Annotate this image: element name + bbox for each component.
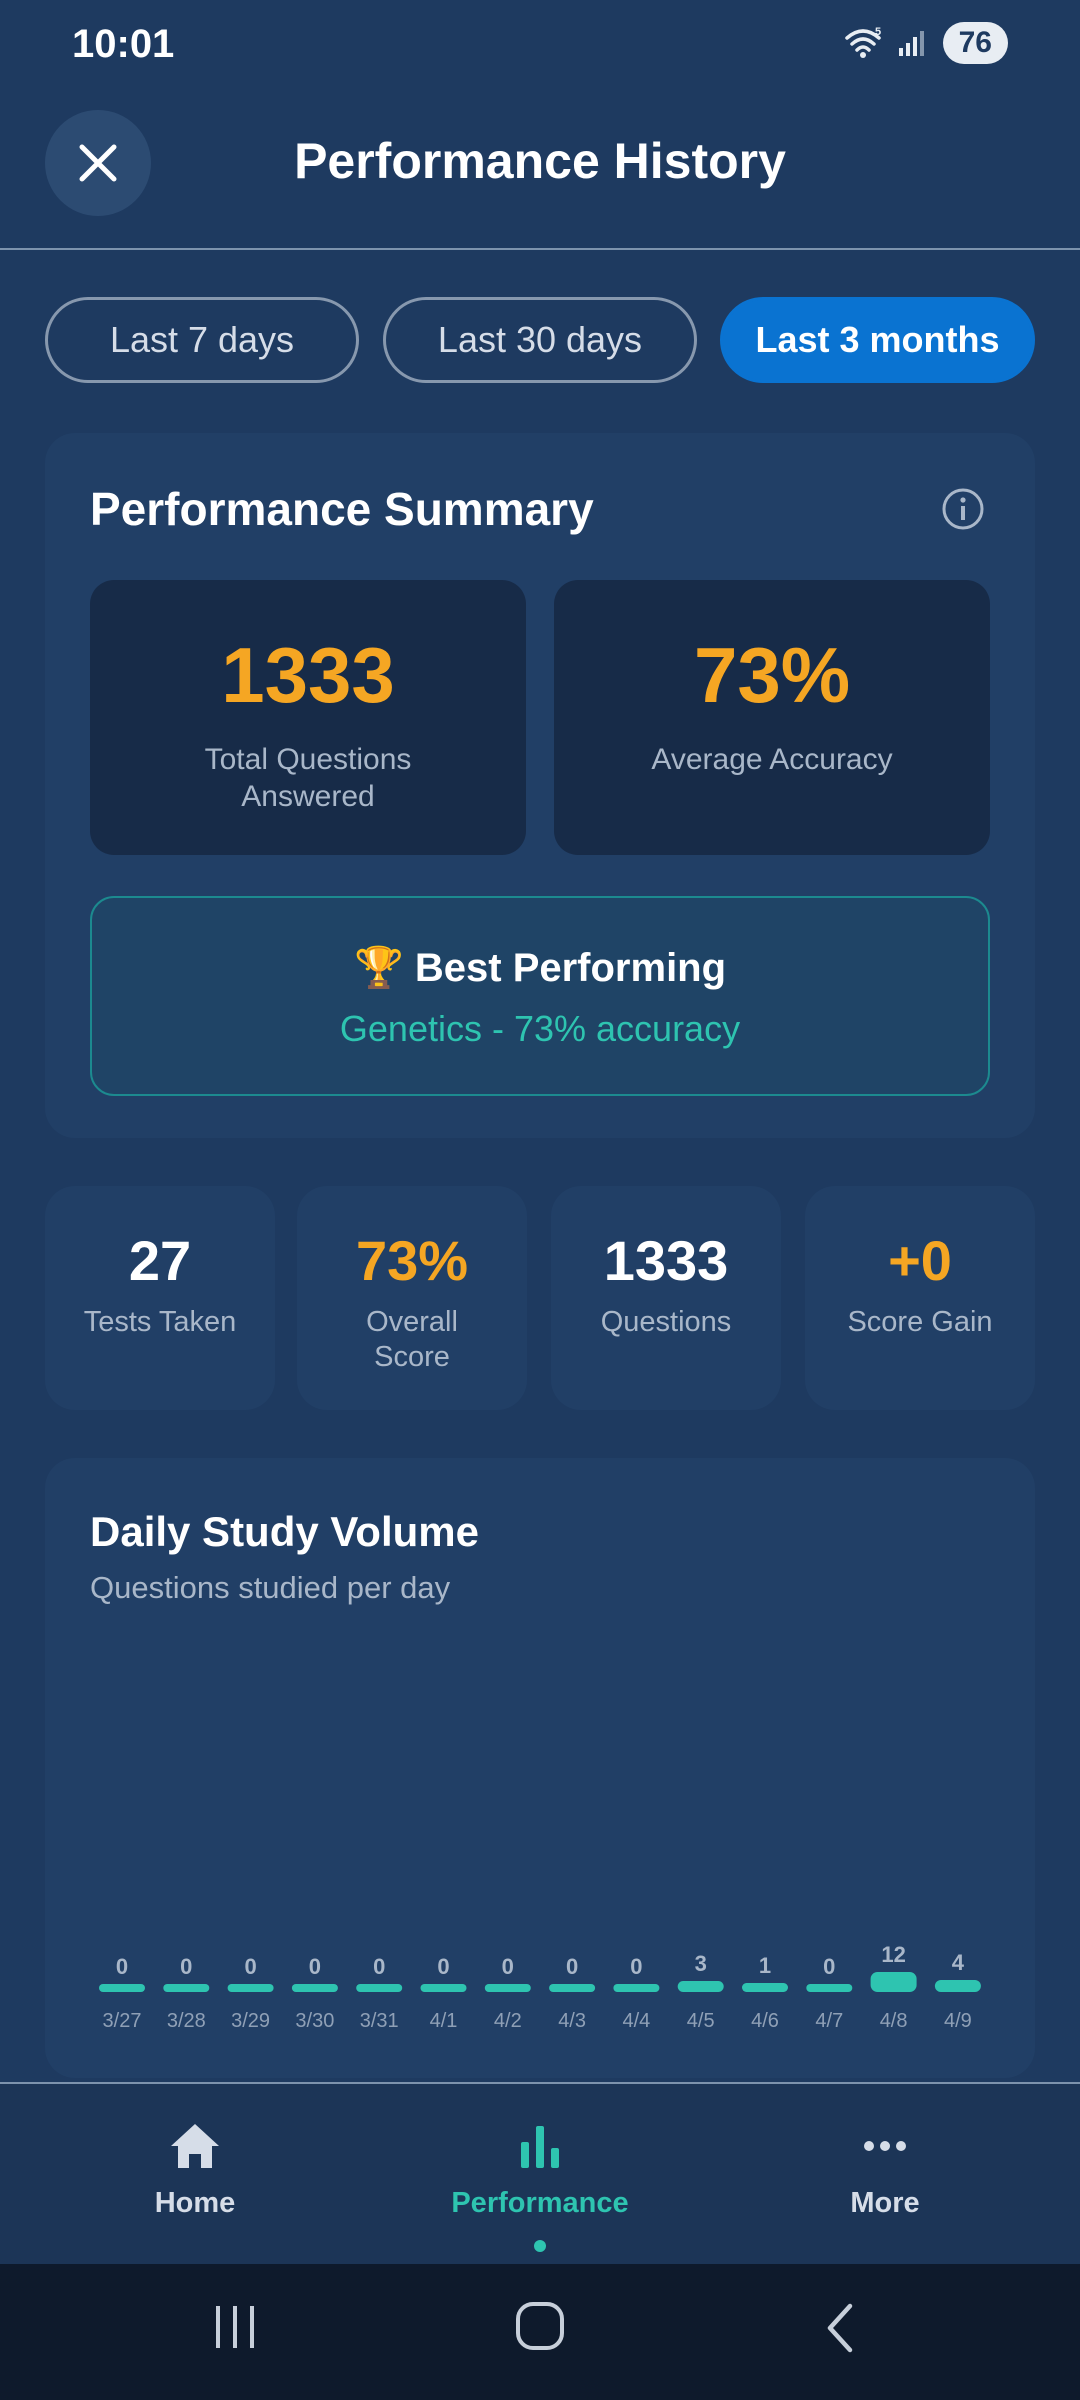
chart-category-label: 4/4 <box>622 2010 650 2032</box>
mini-stat-overall-score: 73% Overall Score <box>297 1186 527 1410</box>
home-icon <box>171 2124 219 2168</box>
chart-bar <box>99 1984 145 1992</box>
chart-category-label: 4/5 <box>687 2010 715 2032</box>
chart-category-label: 4/3 <box>558 2010 586 2032</box>
mini-stat-score-gain: +0 Score Gain <box>805 1186 1035 1410</box>
mini-stat-label-line2: Score <box>374 1341 450 1373</box>
chart-bar <box>742 1983 788 1992</box>
chart-value-label: 1 <box>759 1953 771 1978</box>
chart-value-label: 4 <box>952 1950 965 1975</box>
chart-value-label: 0 <box>823 1954 835 1979</box>
back-icon[interactable] <box>820 2300 860 2356</box>
total-questions-value: 1333 <box>221 631 395 719</box>
chart-bar <box>870 1972 917 1992</box>
nav-performance[interactable]: Performance <box>390 2120 690 2220</box>
best-performing-detail: Genetics - 73% accuracy <box>339 1008 741 1049</box>
chart-value-label: 0 <box>116 1954 128 1979</box>
chart-bar <box>163 1984 210 1992</box>
tab-last-30-days[interactable]: Last 30 days <box>383 297 697 383</box>
chart-category-label: 4/8 <box>880 2010 908 2032</box>
chart-value-label: 0 <box>180 1954 192 1979</box>
chart-bar <box>549 1984 596 1992</box>
info-icon[interactable] <box>940 486 986 532</box>
chart-value-label: 0 <box>630 1954 642 1979</box>
chart-category-label: 4/2 <box>494 2010 522 2032</box>
chart-subtitle: Questions studied per day <box>90 1570 451 1605</box>
mini-stat-label: Questions <box>600 1306 732 1338</box>
best-performing-title: 🏆 Best Performing <box>0 944 1080 991</box>
mini-stat-value: +0 <box>888 1229 952 1292</box>
chart-bar <box>677 1981 724 1992</box>
mini-stat-value: 27 <box>128 1229 192 1292</box>
page-title: Performance History <box>294 133 786 189</box>
chart-category-label: 4/7 <box>815 2010 843 2032</box>
signal-icon <box>898 31 924 56</box>
chart-bar <box>420 1984 467 1992</box>
chart-bar <box>291 1984 338 1992</box>
chart-category-label: 3/31 <box>360 2010 399 2032</box>
nav-home[interactable]: Home <box>45 2120 345 2220</box>
chart-bar <box>934 1980 981 1992</box>
nav-home-label: Home <box>154 2187 236 2219</box>
header-divider <box>0 248 1080 250</box>
status-time: 10:01 <box>72 22 175 66</box>
nav-performance-label: Performance <box>451 2187 629 2219</box>
chart-value-label: 0 <box>502 1954 514 1979</box>
chart-value-label: 0 <box>373 1954 385 1979</box>
chart-value-label: 0 <box>244 1954 256 1979</box>
chart-bar <box>227 1984 274 1992</box>
status-icons: 5 76 <box>843 22 1008 64</box>
chart-bar <box>356 1984 403 1992</box>
chart-category-label: 3/29 <box>231 2010 270 2032</box>
mini-stat-value: 73% <box>355 1229 469 1292</box>
chart-bar <box>613 1984 660 1992</box>
wifi-icon: 5 <box>844 26 881 58</box>
tab-last-7-days[interactable]: Last 7 days <box>45 297 359 383</box>
chart-category-label: 4/1 <box>430 2010 458 2032</box>
tab-last-3-months[interactable]: Last 3 months <box>720 297 1035 383</box>
chart-bar <box>806 1984 853 1992</box>
chart-category-label: 4/9 <box>944 2010 972 2032</box>
battery-indicator: 76 <box>942 22 1008 64</box>
chart-value-label: 0 <box>309 1954 321 1979</box>
mini-stat-questions: 1333 Questions <box>551 1186 781 1410</box>
chart-category-label: 3/28 <box>167 2010 206 2032</box>
chart-value-label: 12 <box>881 1942 905 1967</box>
chart-value-label: 0 <box>437 1954 449 1979</box>
total-questions-label: Total Questions Answered <box>90 741 526 815</box>
mini-stat-label: Overall Score <box>297 1305 527 1375</box>
recent-apps-icon[interactable] <box>212 2300 260 2356</box>
chart-title: Daily Study Volume <box>90 1508 479 1555</box>
mini-stat-label: Score Gain <box>847 1306 993 1338</box>
chart-category-label: 4/6 <box>751 2010 779 2032</box>
mini-stat-label: Tests Taken <box>83 1306 237 1338</box>
mini-stat-value: 1333 <box>603 1229 729 1292</box>
home-system-icon[interactable] <box>512 2298 568 2354</box>
trophy-icon: 🏆 <box>353 946 404 990</box>
nav-more[interactable]: More <box>735 2120 1035 2220</box>
total-questions-label-line1: Total Questions <box>204 743 412 776</box>
nav-more-label: More <box>850 2187 920 2219</box>
average-accuracy-label: Average Accuracy <box>651 743 893 776</box>
chart-value-label: 0 <box>566 1954 578 1979</box>
more-dots-icon <box>864 2141 906 2151</box>
chart-category-label: 3/27 <box>103 2010 142 2032</box>
mini-stat-tests-taken: 27 Tests Taken <box>45 1186 275 1410</box>
average-accuracy-value: 73% <box>693 631 851 719</box>
chart-bar <box>484 1984 531 1992</box>
bar-chart-icon <box>521 2126 559 2168</box>
chart-category-label: 3/30 <box>295 2010 334 2032</box>
best-performing-box <box>90 896 990 1096</box>
daily-study-volume-chart: 0 3/27 0 3/28 0 3/29 0 3/30 0 3/31 0 4/1 0 4/2 0 4/3 0 4/… <box>99 1942 981 2032</box>
chart-value-label: 3 <box>695 1951 707 1976</box>
mini-stat-label-line1: Overall <box>366 1306 458 1338</box>
total-questions-label-line2: Answered <box>241 780 375 813</box>
summary-title: Performance Summary <box>90 483 594 535</box>
best-performing-label: Best Performing <box>414 946 727 990</box>
active-nav-indicator <box>534 2240 546 2252</box>
svg-text:5: 5 <box>875 26 881 38</box>
